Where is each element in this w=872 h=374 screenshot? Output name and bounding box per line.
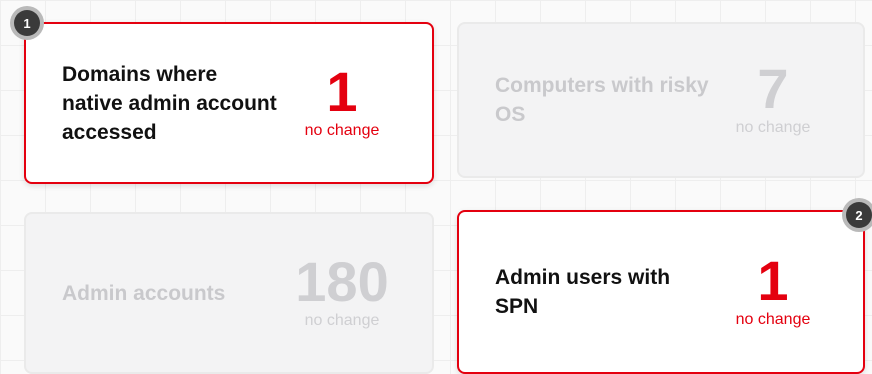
metric-card-admin-users-spn[interactable]: Admin users with SPN 1 no change — [457, 210, 865, 374]
metric-card-native-admin-accessed[interactable]: Domains where native admin account acces… — [24, 22, 434, 184]
metric-card-admin-accounts[interactable]: Admin accounts 180 no change — [24, 212, 434, 374]
metric-value: 7 — [757, 57, 789, 120]
metric-label: Admin users with SPN — [495, 266, 671, 318]
metric-change: no change — [735, 119, 811, 136]
metric-change: no change — [304, 312, 380, 329]
step-badge-2: 2 — [846, 202, 872, 228]
metric-value: 1 — [326, 60, 358, 123]
metric-value-group: 7 no change — [723, 57, 823, 137]
metric-value: 180 — [295, 250, 389, 313]
metric-label: Domains where native admin account acces… — [62, 62, 277, 144]
metric-card-risky-os[interactable]: Computers with risky OS 7 no change — [457, 22, 865, 178]
metric-value-group: 1 no change — [292, 60, 392, 140]
metric-change: no change — [304, 122, 380, 139]
step-badge-1: 1 — [14, 10, 40, 36]
metric-label: Computers with risky OS — [495, 74, 709, 126]
metric-label: Admin accounts — [62, 281, 226, 305]
metric-value-group: 180 no change — [292, 250, 392, 330]
metric-value: 1 — [757, 249, 789, 312]
metric-value-group: 1 no change — [723, 249, 823, 329]
metric-change: no change — [735, 311, 811, 328]
